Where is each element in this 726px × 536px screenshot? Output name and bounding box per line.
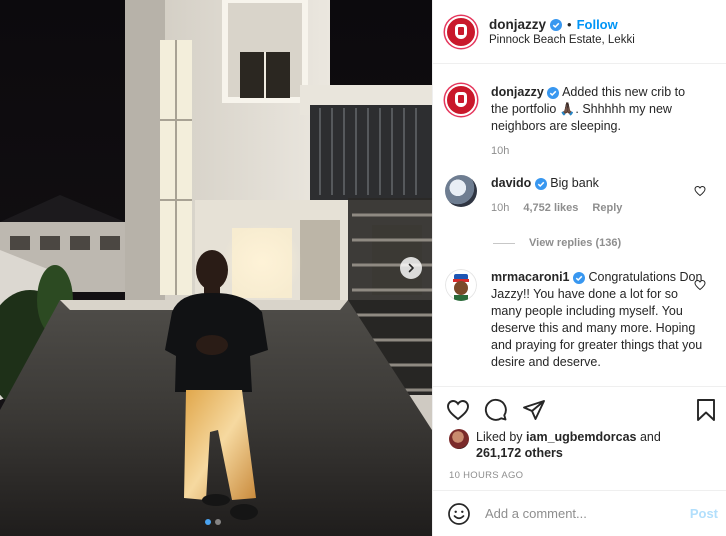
comment-item: mrmacaroni1 Congratulations Don Jazzy!! … — [433, 269, 726, 371]
replies-divider-line — [493, 242, 515, 244]
commenter-username[interactable]: davido — [491, 176, 531, 190]
caption-avatar[interactable] — [445, 84, 477, 116]
instagram-post: donjazzy • Follow Pinnock Beach Estate, … — [0, 0, 726, 536]
like-button[interactable] — [446, 398, 470, 422]
paper-plane-icon — [523, 400, 545, 420]
comment-like-heart-icon[interactable] — [694, 185, 706, 197]
caption: donjazzy Added this new crib to the port… — [433, 84, 726, 160]
comment-button[interactable] — [484, 398, 508, 422]
carousel-dot-active — [205, 519, 211, 525]
comment-text: Big bank — [550, 176, 599, 190]
author-avatar[interactable] — [445, 15, 477, 48]
commenter-avatar[interactable] — [445, 269, 477, 301]
view-replies-label: View replies (136) — [529, 237, 622, 249]
comment-likes-count[interactable]: 4,752 likes — [523, 200, 578, 217]
comment-item: davido Big bank 10h 4,752 likes Reply — [433, 175, 726, 217]
post-comment-button[interactable]: Post — [690, 506, 718, 521]
chevron-right-icon — [408, 263, 414, 273]
bookmark-icon — [697, 399, 715, 421]
follow-button[interactable]: Follow — [577, 17, 618, 32]
post-actions: Liked by iam_ugbemdorcas and 261,172 oth… — [433, 386, 726, 481]
heart-icon — [447, 400, 469, 421]
separator-dot: • — [567, 17, 572, 32]
reply-button[interactable]: Reply — [592, 200, 622, 217]
carousel-next-button[interactable] — [400, 257, 422, 279]
caption-emoji: 🙏🏿 — [559, 102, 576, 116]
caption-username[interactable]: donjazzy — [491, 85, 544, 99]
post-location[interactable]: Pinnock Beach Estate, Lekki — [489, 34, 635, 46]
comment-icon — [484, 398, 507, 421]
avatar-illustration — [445, 269, 477, 301]
post-photo[interactable] — [0, 0, 432, 536]
night-house-photo — [0, 0, 432, 536]
author-username[interactable]: donjazzy — [489, 17, 546, 32]
smiley-icon[interactable] — [447, 502, 471, 526]
view-replies-button[interactable]: View replies (136) — [493, 237, 621, 249]
post-timestamp[interactable]: 10 HOURS AGO — [433, 470, 726, 481]
add-comment-input[interactable] — [485, 506, 675, 521]
post-details-panel: donjazzy • Follow Pinnock Beach Estate, … — [432, 0, 726, 536]
comment-time[interactable]: 10h — [491, 200, 509, 217]
comment-text: Congratulations Don Jazzy!! You have don… — [491, 270, 703, 369]
author-info: donjazzy • Follow Pinnock Beach Estate, … — [489, 17, 635, 46]
comments-list[interactable]: donjazzy Added this new crib to the port… — [433, 64, 726, 386]
verified-badge-icon — [534, 177, 547, 190]
verified-badge-icon — [550, 18, 563, 31]
carousel-dot — [215, 519, 221, 525]
carousel-indicator — [205, 519, 221, 525]
commenter-username[interactable]: mrmacaroni1 — [491, 270, 570, 284]
comment-like-heart-icon[interactable] — [694, 279, 706, 291]
likes-others-count[interactable]: 261,172 others — [476, 446, 563, 460]
save-button[interactable] — [694, 398, 718, 422]
verified-badge-icon — [547, 86, 560, 99]
add-comment-bar: Post — [433, 490, 726, 536]
share-button[interactable] — [522, 398, 546, 422]
commenter-avatar[interactable] — [445, 175, 477, 207]
likes-summary: Liked by iam_ugbemdorcas and 261,172 oth… — [433, 429, 726, 461]
post-header: donjazzy • Follow Pinnock Beach Estate, … — [433, 0, 726, 64]
caption-time[interactable]: 10h — [491, 143, 509, 160]
verified-badge-icon — [573, 271, 585, 284]
